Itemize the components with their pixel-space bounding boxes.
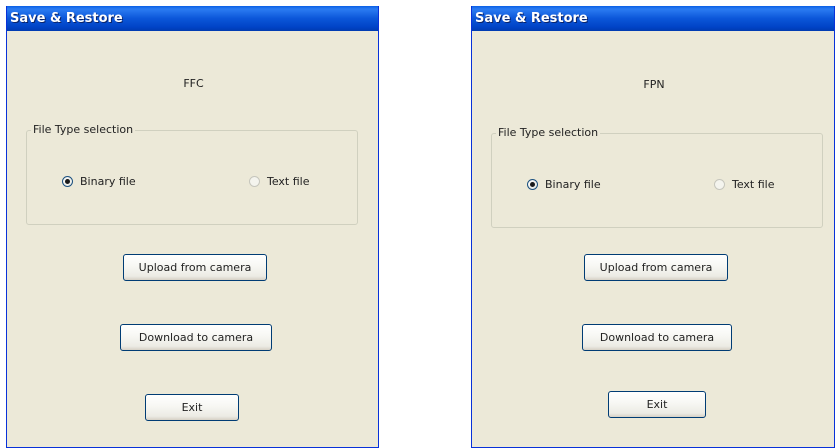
window-titlebar[interactable]: Save & Restore — [7, 6, 378, 31]
radio-button-unselected-icon[interactable] — [249, 176, 260, 187]
groupbox-title: File Type selection — [31, 123, 136, 136]
radio-binary-file[interactable]: Binary file — [62, 175, 136, 188]
radio-text-file[interactable]: Text file — [714, 178, 775, 191]
download-to-camera-button[interactable]: Download to camera — [120, 324, 272, 351]
radio-label-text: Text file — [267, 175, 310, 188]
upload-from-camera-button[interactable]: Upload from camera — [584, 254, 728, 281]
mode-label: FPN — [643, 78, 665, 91]
upload-from-camera-button[interactable]: Upload from camera — [123, 254, 267, 281]
groupbox-title: File Type selection — [496, 126, 601, 139]
exit-button[interactable]: Exit — [145, 394, 239, 421]
file-type-groupbox: File Type selection Binary file Text fil… — [26, 123, 358, 225]
radio-label-text: Text file — [732, 178, 775, 191]
radio-button-unselected-icon[interactable] — [714, 179, 725, 190]
mode-label: FFC — [183, 77, 204, 90]
download-to-camera-button[interactable]: Download to camera — [582, 324, 732, 351]
radio-label-binary: Binary file — [545, 178, 601, 191]
radio-button-selected-icon[interactable] — [62, 176, 73, 187]
file-type-groupbox: File Type selection Binary file Text fil… — [491, 126, 823, 228]
radio-button-selected-icon[interactable] — [527, 179, 538, 190]
exit-button[interactable]: Exit — [608, 391, 706, 418]
radio-text-file[interactable]: Text file — [249, 175, 310, 188]
radio-binary-file[interactable]: Binary file — [527, 178, 601, 191]
save-restore-dialog-ffc: Save & Restore FFC File Type selection B… — [6, 6, 379, 448]
radio-label-binary: Binary file — [80, 175, 136, 188]
save-restore-dialog-fpn: Save & Restore FPN File Type selection B… — [471, 6, 835, 448]
window-titlebar[interactable]: Save & Restore — [472, 6, 834, 31]
